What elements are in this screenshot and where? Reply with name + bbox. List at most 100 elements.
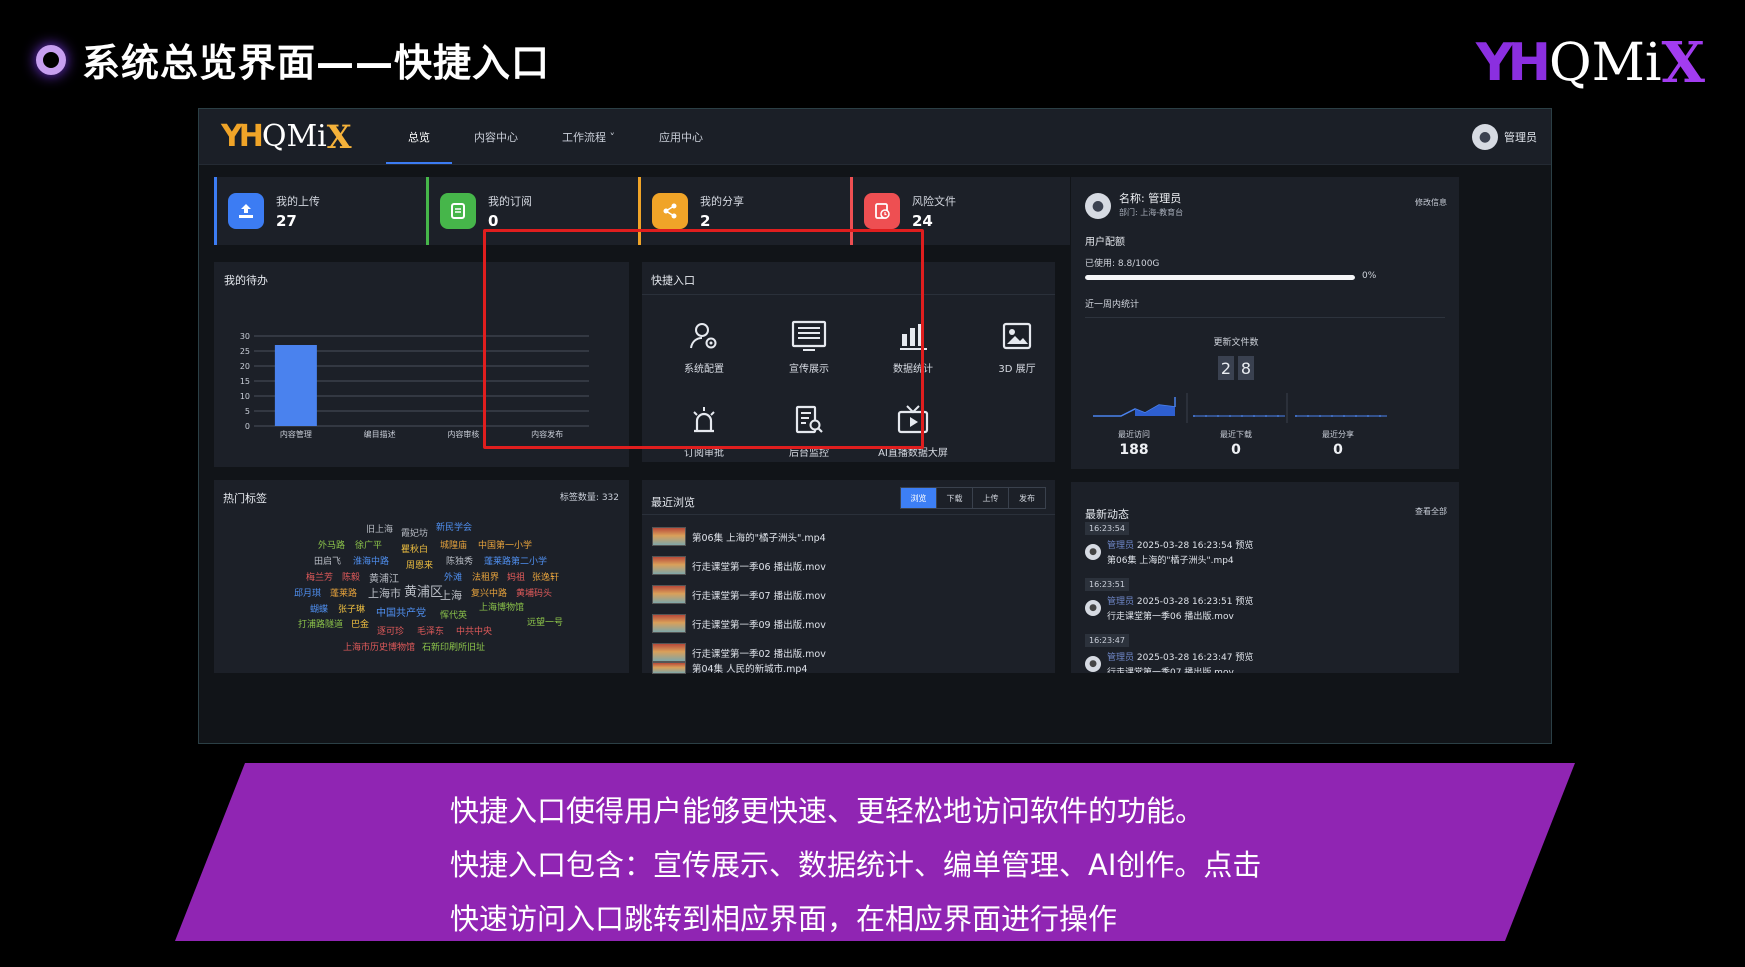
- tag-item[interactable]: 法租界: [472, 570, 499, 583]
- quick-item-ai-live-screen[interactable]: AI直播数据大屏: [863, 404, 963, 459]
- recent-item[interactable]: 行走课堂第一季07 播出版.mov: [652, 585, 826, 604]
- nav-tab-workflow[interactable]: 工作流程 ˅: [540, 109, 637, 164]
- nav-tab-overview[interactable]: 总览: [386, 109, 452, 164]
- tag-item[interactable]: 石新印刷所旧址: [422, 640, 485, 653]
- tag-item[interactable]: 巴金: [351, 617, 369, 630]
- tag-item[interactable]: 黄浦江: [369, 570, 399, 585]
- stat-card-shares[interactable]: 我的分享 2: [638, 177, 858, 245]
- stat-card-uploads[interactable]: 我的上传 27: [214, 177, 434, 245]
- tag-item[interactable]: 上海市历史博物馆: [343, 640, 415, 653]
- tag-item[interactable]: 张子琳: [338, 602, 365, 615]
- brand-x: X: [1661, 30, 1705, 96]
- video-thumbnail: [652, 614, 686, 633]
- quota-used: 已使用: 8.8/100G: [1085, 259, 1160, 269]
- recent-item[interactable]: 第04集 人民的新城市.mp4: [652, 661, 807, 675]
- activity-item[interactable]: ● 管理员 2025-03-28 16:23:47 预览 行走课堂第一季07 播…: [1085, 650, 1253, 673]
- tag-item[interactable]: 张逸轩: [532, 570, 559, 583]
- tag-item[interactable]: 新民学会: [436, 520, 472, 533]
- tag-item[interactable]: 打浦路隧道: [298, 617, 343, 630]
- tag-item[interactable]: 恽代英: [440, 608, 467, 621]
- quota-progress-bar: [1085, 275, 1355, 280]
- tag-item[interactable]: 瞿秋白: [401, 542, 428, 555]
- tag-item[interactable]: 逐可珍: [377, 624, 404, 637]
- stat-card-subscriptions[interactable]: 我的订阅 0: [426, 177, 646, 245]
- tag-item[interactable]: 上海市: [368, 585, 401, 601]
- tag-item[interactable]: 外马路: [318, 538, 345, 551]
- share-icon: [652, 193, 688, 229]
- tag-item[interactable]: 城隍庙: [440, 538, 467, 551]
- recent-item-name: 第06集 上海的"橘子洲头".mp4: [692, 532, 826, 544]
- app-logo[interactable]: YH QMi X: [221, 118, 386, 156]
- recent-tab-upload[interactable]: 上传: [973, 488, 1009, 508]
- user-menu[interactable]: ● 管理员: [1472, 123, 1537, 150]
- activity-time: 16:23:51: [1085, 578, 1129, 591]
- tag-item[interactable]: 远望一号: [527, 615, 563, 628]
- slide-title-text: 系统总览界面——快捷入口: [82, 41, 551, 85]
- recent-tab-download[interactable]: 下载: [937, 488, 973, 508]
- tag-item[interactable]: 蓬莱路第二小学: [484, 554, 547, 567]
- nav-tab-content-center[interactable]: 内容中心: [452, 109, 540, 164]
- latest-activity-card: 最新动态 查看全部 16:23:54 ● 管理员 2025-03-28 16:2…: [1071, 482, 1459, 673]
- stat-label: 我的上传: [276, 194, 320, 208]
- tag-item[interactable]: 中共中央: [456, 624, 492, 637]
- activity-meta: 2025-03-28 16:23:51 预览: [1136, 597, 1254, 607]
- recent-item-name: 第04集 人民的新城市.mp4: [692, 664, 808, 675]
- tag-item[interactable]: 周恩来: [406, 558, 433, 571]
- y-tick-label: 20: [240, 362, 250, 371]
- activity-time: 16:23:47: [1085, 634, 1129, 647]
- brand-mark: YH: [1475, 33, 1551, 93]
- tag-item[interactable]: 旧上海: [366, 522, 393, 535]
- y-tick-label: 25: [240, 347, 250, 356]
- y-tick-label: 0: [245, 422, 250, 431]
- mini-stat-value: 0: [1333, 442, 1343, 458]
- quick-item-system-config[interactable]: 系统配置: [654, 320, 754, 375]
- tag-item[interactable]: 妈祖: [507, 570, 525, 583]
- app-logo-text: QMi: [261, 119, 327, 154]
- tag-item[interactable]: 梅兰芳: [306, 570, 333, 583]
- tag-item[interactable]: 上海博物馆: [479, 600, 524, 613]
- recent-item-name: 行走课堂第一季07 播出版.mov: [692, 590, 826, 602]
- view-all-link[interactable]: 查看全部: [1415, 506, 1447, 517]
- tag-item[interactable]: 田启飞: [314, 554, 341, 567]
- tag-item[interactable]: 中国共产党: [376, 604, 426, 619]
- stat-card-risk-files[interactable]: 风险文件 24: [850, 177, 1070, 245]
- quick-item-3d-hall[interactable]: 3D 展厅: [967, 320, 1067, 375]
- recent-item[interactable]: 行走课堂第一季06 播出版.mov: [652, 556, 826, 575]
- stat-value: 0: [488, 211, 499, 230]
- nav-tab-app-center[interactable]: 应用中心: [637, 109, 725, 164]
- tag-item[interactable]: 邱月琪: [294, 586, 321, 599]
- tag-item[interactable]: 淮海中路: [353, 554, 389, 567]
- tag-item[interactable]: 黄浦区: [404, 581, 443, 600]
- tag-item[interactable]: 蓬莱路: [330, 586, 357, 599]
- stat-value: 24: [912, 211, 933, 230]
- tag-item[interactable]: 上海: [440, 587, 462, 603]
- recent-item[interactable]: 行走课堂第一季02 播出版.mov: [652, 643, 826, 662]
- activity-item[interactable]: ● 管理员 2025-03-28 16:23:54 预览 第06集 上海的"橘子…: [1085, 538, 1253, 566]
- recent-tab-browse[interactable]: 浏览: [901, 488, 937, 508]
- counter-digit: 2: [1218, 356, 1234, 380]
- video-thumbnail: [652, 527, 686, 546]
- recent-tab-publish[interactable]: 发布: [1009, 488, 1045, 508]
- mini-stat-value: 0: [1231, 442, 1241, 458]
- quick-item-label: 订阅审批: [684, 448, 724, 459]
- divider: [1085, 317, 1445, 318]
- tag-item[interactable]: 霞妃坊: [401, 526, 428, 539]
- tag-item[interactable]: 外滩: [444, 570, 462, 583]
- tag-item[interactable]: 陈独秀: [446, 554, 473, 567]
- quick-item-data-stats[interactable]: 数据统计: [863, 320, 963, 375]
- tag-item[interactable]: 蝴蝶: [310, 602, 328, 615]
- quick-item-promo-display[interactable]: 宣传展示: [759, 320, 859, 375]
- recent-item[interactable]: 第06集 上海的"橘子洲头".mp4: [652, 527, 826, 546]
- tag-item[interactable]: 毛泽东: [417, 624, 444, 637]
- tag-item[interactable]: 中国第一小学: [478, 538, 532, 551]
- edit-profile-link[interactable]: 修改信息: [1415, 197, 1447, 208]
- recent-item[interactable]: 行走课堂第一季09 播出版.mov: [652, 614, 826, 633]
- quick-item-subscribe-approval[interactable]: 订阅审批: [654, 404, 754, 459]
- tag-item[interactable]: 徐广平: [355, 538, 382, 551]
- quick-item-backend-monitor[interactable]: 后台监控: [759, 404, 859, 459]
- tag-item[interactable]: 陈毅: [342, 570, 360, 583]
- tag-item[interactable]: 黄埔码头: [516, 586, 552, 599]
- activity-item[interactable]: ● 管理员 2025-03-28 16:23:51 预览 行走课堂第一季06 播…: [1085, 594, 1253, 622]
- mini-stat-label: 最近分享: [1322, 430, 1354, 439]
- tag-item[interactable]: 复兴中路: [471, 586, 507, 599]
